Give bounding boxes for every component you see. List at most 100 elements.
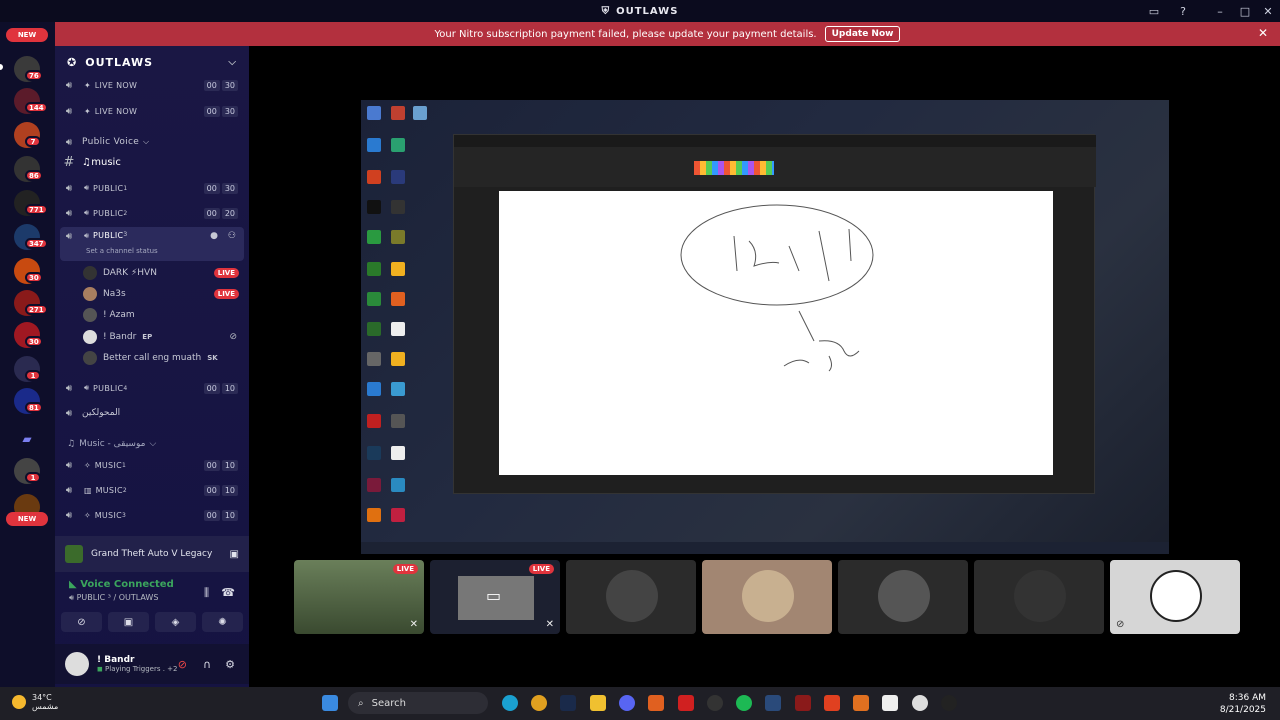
inbox-icon[interactable]: ▭ (1146, 3, 1162, 19)
chat-bubble-icon[interactable]: ● (210, 231, 218, 241)
stream-tile-game[interactable]: LIVE ✕ (294, 560, 424, 634)
disconnect-icon[interactable]: ☎ (221, 586, 235, 599)
minimize-icon[interactable]: – (1212, 3, 1228, 19)
app-icon[interactable] (648, 695, 664, 711)
flare-icon: ✦ (84, 80, 91, 90)
category-music[interactable]: ♫ Music - موسيقى ⌵ (67, 439, 156, 449)
participant-tile-self[interactable]: ⊘ (1110, 560, 1240, 634)
voice-channel-music-3[interactable]: 🔊︎ ✧ MUSIC 3 00 10 (60, 504, 244, 526)
stream-game-icon[interactable]: ▣ (230, 549, 239, 560)
noise-suppression-icon[interactable]: ⫼ (204, 586, 209, 600)
speaker-icon: 🔊︎ (65, 382, 73, 394)
app-icon[interactable] (912, 695, 928, 711)
voice-channel-live-2[interactable]: 🔊︎ ✦ LIVE NOW 00 30 (60, 100, 244, 122)
user-name[interactable]: ! Bandr (97, 655, 177, 665)
member-name: ! Azam (103, 310, 135, 320)
activity-bar[interactable]: Grand Theft Auto V Legacy ▣ (55, 536, 249, 572)
voice-member[interactable]: ! Bandr EP ⊘ (83, 327, 243, 347)
voice-status[interactable]: ◣ Voice Connected (69, 579, 174, 590)
steam-icon[interactable] (560, 695, 576, 711)
mention-badge: 7 (25, 136, 41, 147)
voice-member[interactable]: DARK ⚡HVN LIVE (83, 263, 243, 283)
voice-member[interactable]: ! Azam (83, 305, 243, 325)
live-badge: LIVE (213, 289, 239, 299)
voice-member[interactable]: Better call eng muath SK (83, 348, 243, 368)
soundboard-button[interactable]: ✺ (202, 612, 243, 632)
brave-icon[interactable] (824, 695, 840, 711)
channel-name: المحولكين (82, 408, 121, 418)
mention-badge: 347 (25, 238, 48, 249)
desktop-icon (391, 382, 405, 396)
voice-member[interactable]: Na3s LIVE (83, 284, 243, 304)
voice-channel-music-1[interactable]: 🔊︎ ✧ MUSIC 1 00 10 (60, 454, 244, 476)
close-window-icon[interactable]: ✕ (1260, 3, 1276, 19)
notepad-icon[interactable] (882, 695, 898, 711)
voice-channel-public-voice[interactable]: 🔊︎ Public Voice ⌵ (60, 131, 244, 153)
desktop-icon (391, 138, 405, 152)
app-icon[interactable] (795, 695, 811, 711)
discord-icon[interactable] (619, 695, 635, 711)
avatar (1150, 570, 1202, 622)
spotify-icon[interactable] (736, 695, 752, 711)
start-icon[interactable] (322, 695, 338, 711)
voice-channel-public-4[interactable]: 🔊︎ 🔊︎ PUBLIC 4 00 10 (60, 377, 244, 399)
channel-name: Public Voice (82, 137, 140, 147)
voice-status-text: Voice Connected (80, 579, 174, 590)
folder-icon[interactable]: ▰ (14, 426, 40, 452)
chrome-icon[interactable] (531, 695, 547, 711)
channel-name: PUBLIC (93, 231, 124, 240)
taskbar-clock[interactable]: 8:36 AM 8/21/2025 (1220, 692, 1266, 716)
voice-channel-arabic[interactable]: 🔊︎ المحولكين (60, 402, 244, 424)
music-note-icon: ♫ (67, 439, 76, 449)
voice-channel-music-2[interactable]: 🔊︎ ▥ MUSIC 2 00 10 (60, 479, 244, 501)
guitar-icon: ✧ (84, 460, 91, 470)
participant-tile[interactable] (974, 560, 1104, 634)
steam-icon[interactable] (765, 695, 781, 711)
taskbar-search[interactable]: ⌕ Search (348, 692, 488, 714)
piano-icon: ▥ (84, 485, 92, 495)
voice-channel-public-2[interactable]: 🔊︎ 🔊︎ PUBLIC 2 00 20 (60, 202, 244, 224)
headphones-icon[interactable]: ∩ (203, 658, 211, 671)
channel-number: 3 (121, 511, 126, 519)
file-explorer-icon[interactable] (590, 695, 606, 711)
voice-channel-public-3-selected[interactable]: 🔊︎ 🔊︎ PUBLIC 3 ● ⚇ Set a channel status (60, 227, 244, 261)
text-channel-music[interactable]: # ♫ music (60, 151, 244, 173)
app-icon[interactable] (707, 695, 723, 711)
update-now-button[interactable]: Update Now (824, 26, 901, 42)
app-icon[interactable] (853, 695, 869, 711)
speaker-muted-icon[interactable]: ✕ (546, 619, 554, 630)
weather-widget[interactable]: 34°C مشمس (12, 693, 58, 711)
user-limit: 30 (221, 182, 238, 194)
mic-muted-icon[interactable]: ⊘ (178, 658, 187, 671)
invite-user-icon[interactable]: ⚇ (228, 231, 236, 241)
screen-share-stream[interactable] (361, 100, 1169, 554)
speaker-muted-icon[interactable]: ✕ (410, 619, 418, 630)
member-name: ! Bandr (103, 332, 137, 342)
voice-channel-live-1[interactable]: 🔊︎ ✦ LIVE NOW 00 30 (60, 74, 244, 96)
stream-tile-screen[interactable]: ▭ LIVE ✕ (430, 560, 560, 634)
voice-channel-public-1[interactable]: 🔊︎ 🔊︎ PUBLIC 1 00 30 (60, 177, 244, 199)
mention-badge: 271 (25, 304, 48, 315)
participant-tile[interactable] (838, 560, 968, 634)
banner-close-icon[interactable]: ✕ (1258, 26, 1268, 40)
channel-status-hint[interactable]: Set a channel status (86, 247, 158, 255)
camera-off-button[interactable]: ⊘ (61, 612, 102, 632)
speaker-icon: 🔊︎ (65, 459, 73, 471)
settings-gear-icon[interactable]: ⚙ (225, 658, 235, 671)
desktop-icon (367, 352, 381, 366)
desktop-icon (391, 106, 405, 120)
help-icon[interactable]: ? (1175, 3, 1191, 19)
user-avatar[interactable] (65, 652, 89, 676)
logitech-icon[interactable] (941, 695, 957, 711)
edge-icon[interactable] (502, 695, 518, 711)
sun-icon (12, 695, 26, 709)
desktop-icon (367, 414, 381, 428)
screen-share-button[interactable]: ▣ (108, 612, 149, 632)
participant-tile[interactable] (702, 560, 832, 634)
app-icon[interactable] (678, 695, 694, 711)
user-count: 00 (203, 207, 220, 219)
activity-button[interactable]: ◈ (155, 612, 196, 632)
voice-channel-path[interactable]: 🔊︎ PUBLIC ³ / OUTLAWS (69, 593, 158, 603)
participant-tile[interactable] (566, 560, 696, 634)
maximize-icon[interactable]: □ (1237, 3, 1253, 19)
